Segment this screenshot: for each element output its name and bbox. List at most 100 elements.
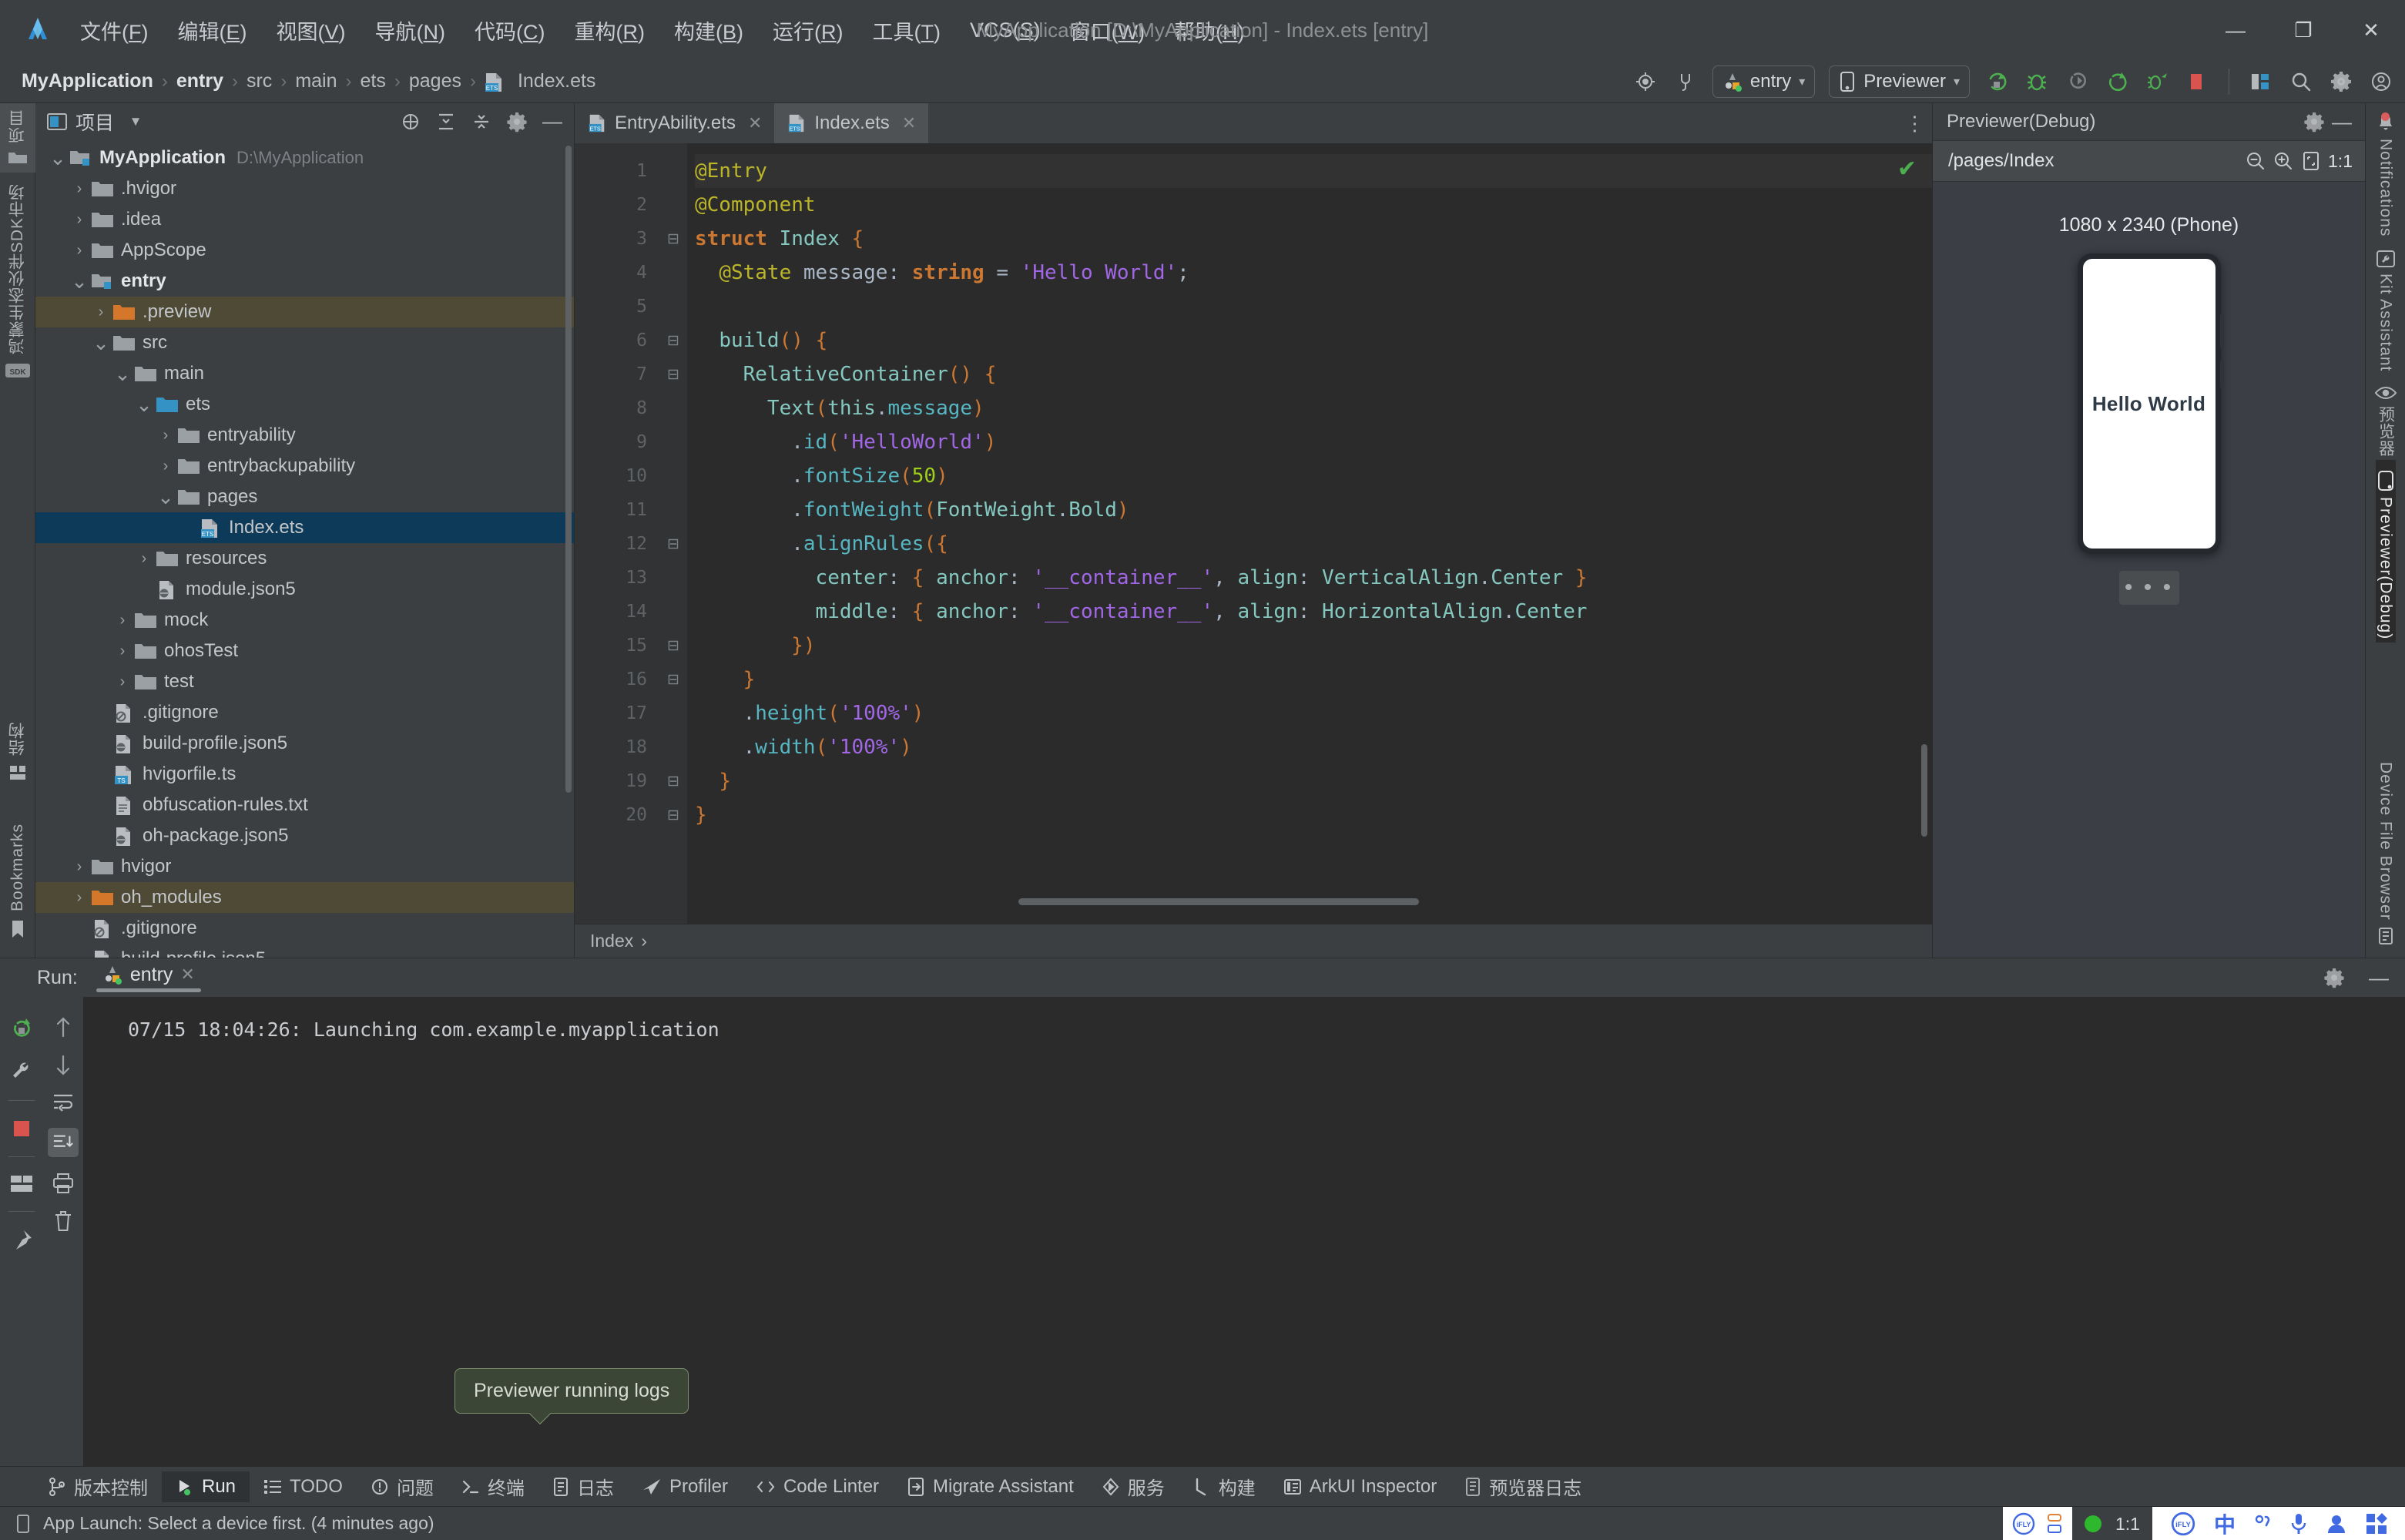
- chevron-down-icon[interactable]: ▼: [122, 108, 149, 136]
- run-console[interactable]: 07/15 18:04:26: Launching com.example.my…: [83, 997, 2405, 1466]
- code-line[interactable]: struct Index {: [695, 222, 1932, 256]
- fit-to-window-icon[interactable]: [2297, 147, 2325, 175]
- tree-node-test[interactable]: ›test: [35, 666, 574, 697]
- menu-item-edit[interactable]: 编辑(E): [173, 12, 252, 49]
- chevron-right-icon[interactable]: ›: [68, 889, 91, 907]
- chevron-right-icon[interactable]: ›: [68, 242, 91, 260]
- editor-horizontal-scrollbar[interactable]: [1018, 898, 1419, 905]
- tree-node-index-ets[interactable]: ETSIndex.ets: [35, 512, 574, 543]
- ime-mode-label[interactable]: 中: [2214, 1508, 2236, 1539]
- tree-node-appscope[interactable]: ›AppScope: [35, 235, 574, 266]
- previewer-settings-gear-icon[interactable]: [2300, 108, 2328, 136]
- chevron-down-icon[interactable]: ⌄: [46, 153, 69, 163]
- tool-tab-problems[interactable]: 问题: [357, 1468, 448, 1505]
- code-line[interactable]: .fontWeight(FontWeight.Bold): [695, 493, 1932, 527]
- close-icon[interactable]: ✕: [180, 965, 194, 985]
- breadcrumb-item-4[interactable]: ets: [356, 69, 391, 94]
- rail-device-file-browser[interactable]: Device File Browser: [2376, 762, 2395, 945]
- fold-marker[interactable]: ⊟: [659, 357, 687, 391]
- phone-preview-frame[interactable]: Hello World: [2078, 253, 2221, 554]
- collapse-all-icon[interactable]: [468, 108, 495, 136]
- project-tree[interactable]: ⌄MyApplicationD:\MyApplication›.hvigor›.…: [35, 139, 574, 958]
- tree-node-src[interactable]: ⌄src: [35, 327, 574, 358]
- editor-breadcrumb-label[interactable]: Index: [590, 931, 633, 951]
- code-line[interactable]: center: { anchor: '__container__', align…: [695, 561, 1932, 595]
- scroll-to-end-icon[interactable]: [48, 1128, 79, 1157]
- fold-marker[interactable]: ⊟: [659, 527, 687, 561]
- chevron-right-icon[interactable]: ›: [154, 427, 177, 445]
- menu-item-refactor[interactable]: 重构(R): [570, 12, 650, 49]
- tree-node-resources[interactable]: ›resources: [35, 543, 574, 574]
- breadcrumb-item-0[interactable]: MyApplication: [17, 69, 158, 94]
- close-button[interactable]: ✕: [2337, 0, 2405, 60]
- chevron-down-icon[interactable]: ⌄: [111, 368, 134, 379]
- account-icon[interactable]: [2368, 69, 2394, 95]
- zoom-in-icon[interactable]: [2269, 147, 2297, 175]
- maximize-button[interactable]: ❐: [2269, 0, 2337, 60]
- chevron-right-icon[interactable]: ›: [132, 550, 156, 568]
- panel-settings-gear-icon[interactable]: [503, 108, 531, 136]
- editor-vertical-scrollbar[interactable]: [1921, 744, 1927, 837]
- soft-wrap-icon[interactable]: [52, 1092, 75, 1112]
- rail-kit-assistant[interactable]: Kit Assistant: [2375, 240, 2397, 374]
- code-line[interactable]: Text(this.message): [695, 391, 1932, 425]
- run-button[interactable]: [1984, 69, 2010, 95]
- delete-icon[interactable]: [52, 1210, 74, 1233]
- tree-scrollbar[interactable]: [565, 146, 572, 793]
- tool-tab-run[interactable]: Run: [162, 1471, 250, 1502]
- zoom-out-icon[interactable]: [2242, 147, 2269, 175]
- tree-node-obfuscation-rules-txt[interactable]: obfuscation-rules.txt: [35, 790, 574, 820]
- status-scale-label[interactable]: 1:1: [2115, 1514, 2140, 1535]
- print-icon[interactable]: [52, 1173, 75, 1194]
- rail-previewer[interactable]: 预览器: [2374, 375, 2397, 460]
- chevron-down-icon[interactable]: ⌄: [89, 337, 112, 348]
- rail-bookmarks[interactable]: Bookmarks: [8, 813, 27, 950]
- fold-marker[interactable]: ⊟: [659, 798, 687, 832]
- scroll-from-source-icon[interactable]: [397, 108, 424, 136]
- tree-node-oh-package-json5[interactable]: oh-package.json5: [35, 820, 574, 851]
- rail-notifications[interactable]: Notifications: [2375, 103, 2397, 240]
- chevron-right-icon[interactable]: ›: [154, 458, 177, 475]
- menu-item-view[interactable]: 视图(V): [272, 12, 351, 49]
- minimize-button[interactable]: —: [2202, 0, 2269, 60]
- tree-node-ets[interactable]: ⌄ets: [35, 389, 574, 420]
- fold-marker[interactable]: ⊟: [659, 324, 687, 357]
- code-line[interactable]: @Component: [695, 188, 1932, 222]
- stop-button[interactable]: [2184, 69, 2210, 95]
- run-tab-entry[interactable]: entry ✕: [96, 964, 201, 992]
- tool-tab-migrate-assistant[interactable]: Migrate Assistant: [893, 1471, 1088, 1502]
- tree-node-hvigorfile-ts[interactable]: TShvigorfile.ts: [35, 759, 574, 790]
- editor-tabs-overflow-menu-icon[interactable]: ⋮: [1898, 103, 1932, 143]
- menu-item-navigate[interactable]: 导航(N): [371, 12, 451, 49]
- rerun-icon[interactable]: [2104, 69, 2130, 95]
- code-line[interactable]: [695, 290, 1932, 324]
- attach-debugger-icon[interactable]: [2144, 69, 2170, 95]
- fold-marker[interactable]: ⊟: [659, 629, 687, 663]
- stop-button[interactable]: [11, 1118, 32, 1139]
- menu-item-help[interactable]: 帮助(H): [1169, 12, 1249, 49]
- rail-previewer-debug[interactable]: Previewer(Debug): [2376, 460, 2396, 643]
- code-line[interactable]: .height('100%'): [695, 696, 1932, 730]
- run-settings-gear-icon[interactable]: [2320, 964, 2348, 991]
- tool-tab-profiler[interactable]: Profiler: [628, 1471, 742, 1502]
- chevron-right-icon[interactable]: ›: [111, 612, 134, 629]
- device-selector[interactable]: Previewer ▾: [1829, 65, 1970, 98]
- breadcrumb-item-3[interactable]: main: [290, 69, 341, 94]
- code-line[interactable]: }): [695, 629, 1932, 663]
- code-line[interactable]: @Entry: [695, 154, 1932, 188]
- chevron-right-icon[interactable]: ›: [68, 211, 91, 229]
- phone-screen[interactable]: Hello World: [2083, 259, 2215, 549]
- tool-tab-previewer-logs[interactable]: 预览器日志: [1451, 1468, 1595, 1505]
- tree-node-oh-modules[interactable]: ›oh_modules: [35, 882, 574, 913]
- tree-node-main[interactable]: ⌄main: [35, 358, 574, 389]
- tree-node-module-json5[interactable]: module.json5: [35, 574, 574, 605]
- chevron-right-icon[interactable]: ›: [111, 643, 134, 660]
- tool-tab-terminal[interactable]: 终端: [448, 1468, 538, 1505]
- tree-node-entry[interactable]: ⌄entry: [35, 266, 574, 297]
- settings-gear-icon[interactable]: [2328, 69, 2354, 95]
- tree-node--preview[interactable]: ›.preview: [35, 297, 574, 327]
- fold-marker[interactable]: ⊟: [659, 764, 687, 798]
- code-line[interactable]: .fontSize(50): [695, 459, 1932, 493]
- hide-panel-icon[interactable]: —: [538, 108, 566, 136]
- run-config-selector[interactable]: entry ▾: [1712, 65, 1815, 98]
